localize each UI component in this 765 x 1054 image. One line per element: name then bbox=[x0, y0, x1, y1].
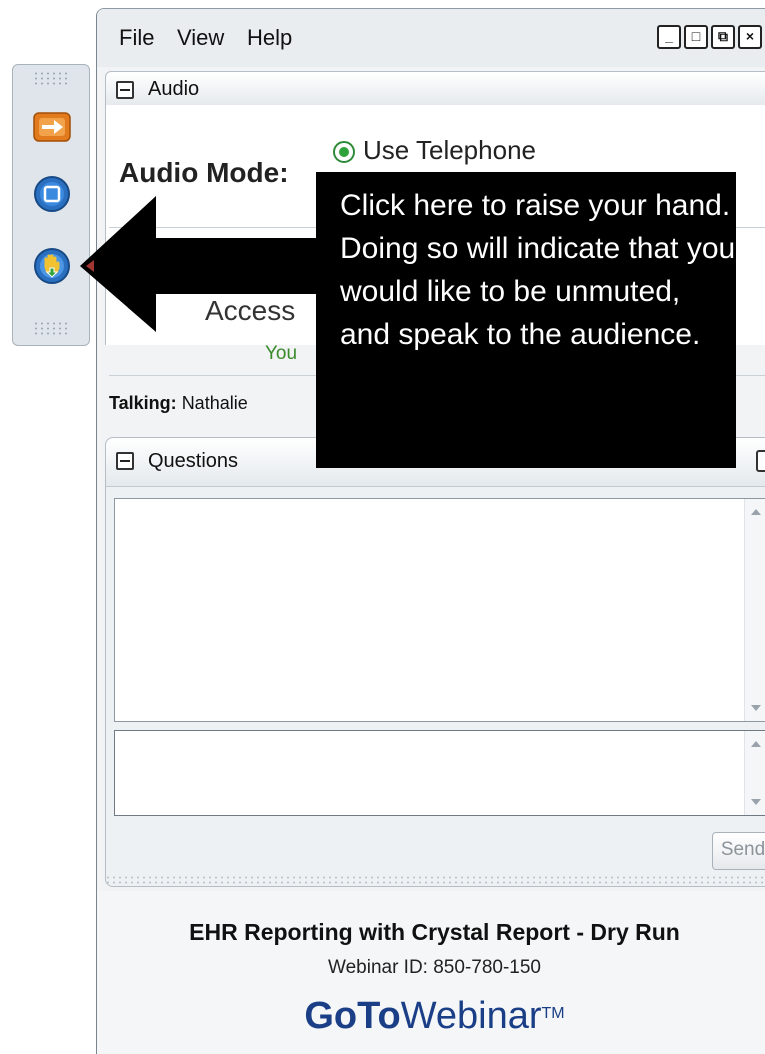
strip-grip-top[interactable] bbox=[33, 71, 69, 85]
webinar-footer: EHR Reporting with Crystal Report - Dry … bbox=[97, 891, 765, 1054]
questions-popout-icon[interactable] bbox=[756, 450, 765, 472]
audio-panel-header[interactable]: Audio bbox=[105, 71, 765, 109]
instruction-callout: Click here to raise your hand. Doing so … bbox=[316, 172, 736, 468]
scroll-down-icon[interactable] bbox=[751, 705, 761, 711]
gotowebinar-logo: GoToWebinarTM bbox=[97, 995, 765, 1038]
control-strip bbox=[12, 64, 90, 346]
questions-panel-title: Questions bbox=[148, 450, 239, 472]
talking-name: Nathalie bbox=[181, 393, 248, 413]
popout-icon[interactable]: ⧉ bbox=[711, 25, 735, 49]
menu-view[interactable]: View bbox=[177, 25, 224, 51]
scroll-up-icon[interactable] bbox=[751, 509, 761, 515]
panel-resize-grip[interactable] bbox=[105, 875, 765, 885]
minimize-icon[interactable]: _ bbox=[657, 25, 681, 49]
menu-help[interactable]: Help bbox=[247, 25, 292, 51]
arrow-right-icon[interactable] bbox=[33, 109, 71, 147]
use-telephone-radio[interactable] bbox=[333, 141, 355, 163]
menu-bar: File View Help _ □ ⧉ × bbox=[97, 9, 765, 67]
question-input[interactable] bbox=[114, 730, 765, 816]
webinar-id: Webinar ID: 850-780-150 bbox=[328, 957, 541, 978]
event-title: EHR Reporting with Crystal Report - Dry … bbox=[189, 919, 680, 945]
questions-log-scrollbar[interactable] bbox=[744, 499, 765, 721]
use-telephone-label[interactable]: Use Telephone bbox=[363, 135, 536, 166]
maximize-icon[interactable]: □ bbox=[684, 25, 708, 49]
raise-hand-icon[interactable] bbox=[33, 247, 71, 285]
stop-screen-icon[interactable] bbox=[33, 175, 71, 213]
audio-status-text: You bbox=[265, 343, 298, 364]
logo-goto: GoTo bbox=[304, 995, 401, 1037]
questions-log[interactable] bbox=[114, 498, 765, 722]
talking-label: Talking: bbox=[109, 393, 177, 413]
menu-file[interactable]: File bbox=[119, 25, 154, 51]
question-input-scrollbar[interactable] bbox=[744, 731, 765, 815]
logo-tm: TM bbox=[541, 1005, 565, 1022]
send-button[interactable]: Send bbox=[712, 832, 765, 870]
logo-webinar: Webinar bbox=[400, 995, 542, 1037]
collapse-audio-icon[interactable] bbox=[116, 81, 134, 99]
questions-panel: Questions Send bbox=[105, 437, 765, 887]
scroll-down-icon[interactable] bbox=[751, 799, 761, 805]
audio-panel-title: Audio bbox=[148, 78, 200, 100]
strip-grip-bottom[interactable] bbox=[33, 321, 69, 335]
annotation-arrow bbox=[80, 196, 328, 332]
audio-mode-label: Audio Mode: bbox=[119, 157, 289, 188]
talking-indicator: Talking: Nathalie bbox=[109, 393, 248, 414]
close-icon[interactable]: × bbox=[738, 25, 762, 49]
scroll-up-icon[interactable] bbox=[751, 741, 761, 747]
control-panel-window: File View Help _ □ ⧉ × Audio Audio Mode:… bbox=[96, 8, 765, 1054]
collapse-questions-icon[interactable] bbox=[116, 452, 134, 470]
